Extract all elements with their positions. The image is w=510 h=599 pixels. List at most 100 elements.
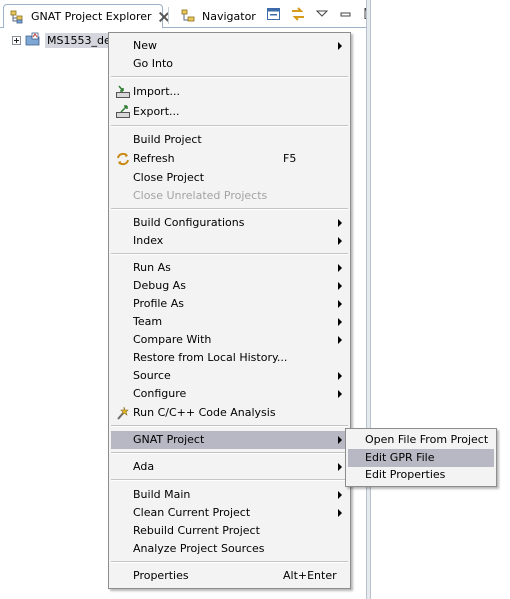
menu-label: Properties — [133, 569, 189, 582]
editor-area — [370, 0, 510, 599]
tab-separator — [168, 7, 169, 24]
menu-item-rebuild-current-project[interactable]: Rebuild Current Project — [111, 522, 348, 540]
menu-item-configure[interactable]: Configure — [111, 385, 348, 403]
submenu-item-edit-properties[interactable]: Edit Properties — [348, 466, 494, 484]
menu-label: Export... — [133, 105, 180, 118]
submenu-arrow-icon — [338, 372, 342, 380]
menu-label: Edit Properties — [365, 468, 446, 481]
menu-label: Build Project — [133, 133, 202, 146]
menu-label: Restore from Local History... — [133, 351, 288, 364]
menu-label: Source — [133, 369, 171, 382]
menu-item-go-into[interactable]: Go Into — [111, 55, 348, 73]
menu-item-index[interactable]: Index — [111, 232, 348, 250]
minimize-icon[interactable] — [338, 6, 354, 22]
submenu-arrow-icon — [338, 264, 342, 272]
collapse-all-icon[interactable] — [266, 6, 282, 22]
submenu-arrow-icon — [338, 300, 342, 308]
menu-label: Clean Current Project — [133, 506, 251, 519]
menu-item-close-project[interactable]: Close Project — [111, 169, 348, 187]
menu-separator — [111, 253, 348, 255]
menu-item-profile-as[interactable]: Profile As — [111, 295, 348, 313]
menu-label: Build Configurations — [133, 216, 245, 229]
menu-item-ada[interactable]: Ada — [111, 458, 348, 476]
menu-item-run-as[interactable]: Run As — [111, 259, 348, 277]
menu-label: Ada — [133, 460, 155, 473]
tab-gnat-project-explorer[interactable]: GNAT Project Explorer — [3, 4, 163, 28]
menu-label: GNAT Project — [133, 433, 205, 446]
tab-label: Navigator — [202, 9, 256, 23]
import-icon — [115, 84, 131, 100]
submenu-arrow-icon — [338, 282, 342, 290]
tab-label: GNAT Project Explorer — [31, 10, 152, 23]
view-tab-strip: GNAT Project Explorer Navigator — [0, 0, 376, 28]
refresh-icon — [115, 151, 131, 167]
submenu-arrow-icon — [338, 237, 342, 245]
menu-label: Index — [133, 234, 164, 247]
menu-label: Import... — [133, 85, 180, 98]
menu-separator — [111, 425, 348, 427]
menu-item-properties[interactable]: Properties Alt+Enter — [111, 567, 348, 585]
menu-label: Close Unrelated Projects — [133, 189, 268, 202]
menu-separator — [111, 76, 348, 78]
menu-item-run-code-analysis[interactable]: Run C/C++ Code Analysis — [111, 404, 348, 422]
menu-accelerator: Alt+Enter — [283, 569, 337, 582]
menu-separator — [111, 452, 348, 454]
menu-item-import[interactable]: Import... — [111, 83, 348, 101]
navigator-icon — [181, 8, 197, 24]
menu-item-close-unrelated-projects: Close Unrelated Projects — [111, 187, 348, 205]
menu-label: Run C/C++ Code Analysis — [133, 406, 276, 419]
menu-label: Refresh — [133, 152, 175, 165]
submenu-arrow-icon — [338, 509, 342, 517]
menu-item-source[interactable]: Source — [111, 367, 348, 385]
menu-label: Configure — [133, 387, 187, 400]
submenu-arrow-icon — [338, 318, 342, 326]
menu-label: New — [133, 39, 157, 52]
menu-separator — [111, 561, 348, 563]
menu-label: Analyze Project Sources — [133, 542, 265, 555]
ada-project-folder-icon — [25, 32, 41, 48]
view-toolbar — [266, 6, 378, 22]
menu-item-restore-from-local-history[interactable]: Restore from Local History... — [111, 349, 348, 367]
menu-item-team[interactable]: Team — [111, 313, 348, 331]
context-menu: New Go Into Import... Export... Build Pr… — [108, 32, 351, 589]
menu-item-debug-as[interactable]: Debug As — [111, 277, 348, 295]
menu-item-build-main[interactable]: Build Main — [111, 486, 348, 504]
menu-item-compare-with[interactable]: Compare With — [111, 331, 348, 349]
view-menu-icon[interactable] — [314, 6, 330, 22]
menu-label: Rebuild Current Project — [133, 524, 260, 537]
tree-item-project[interactable]: MS1553_demo — [12, 32, 121, 48]
submenu-arrow-icon — [338, 42, 342, 50]
menu-label: Team — [133, 315, 163, 328]
menu-label: Close Project — [133, 171, 205, 184]
submenu-item-edit-gpr-file[interactable]: Edit GPR File — [348, 449, 494, 467]
menu-label: Profile As — [133, 297, 184, 310]
menu-label: Debug As — [133, 279, 186, 292]
menu-label: Edit GPR File — [365, 451, 435, 464]
menu-item-analyze-project-sources[interactable]: Analyze Project Sources — [111, 540, 348, 558]
menu-item-build-configurations[interactable]: Build Configurations — [111, 214, 348, 232]
menu-separator — [111, 125, 348, 127]
project-explorer-icon — [10, 9, 26, 25]
link-with-editor-icon[interactable] — [290, 6, 306, 22]
code-analysis-icon — [115, 405, 131, 421]
menu-separator — [111, 479, 348, 481]
gnat-project-submenu: Open File From Project Edit GPR File Edi… — [345, 428, 497, 487]
menu-item-export[interactable]: Export... — [111, 103, 348, 121]
menu-item-new[interactable]: New — [111, 37, 348, 55]
menu-item-build-project[interactable]: Build Project — [111, 131, 348, 149]
tab-navigator[interactable]: Navigator — [175, 4, 256, 28]
submenu-arrow-icon — [338, 436, 342, 444]
menu-label: Go Into — [133, 57, 174, 70]
submenu-arrow-icon — [338, 219, 342, 227]
menu-accelerator: F5 — [283, 152, 297, 165]
menu-label: Run As — [133, 261, 171, 274]
menu-separator — [111, 208, 348, 210]
expand-icon[interactable] — [12, 35, 21, 45]
submenu-arrow-icon — [338, 390, 342, 398]
menu-item-gnat-project[interactable]: GNAT Project — [111, 431, 348, 449]
menu-item-clean-current-project[interactable]: Clean Current Project — [111, 504, 348, 522]
submenu-arrow-icon — [338, 491, 342, 499]
menu-item-refresh[interactable]: Refresh F5 — [111, 150, 348, 168]
submenu-item-open-file-from-project[interactable]: Open File From Project — [348, 431, 494, 449]
submenu-arrow-icon — [338, 336, 342, 344]
